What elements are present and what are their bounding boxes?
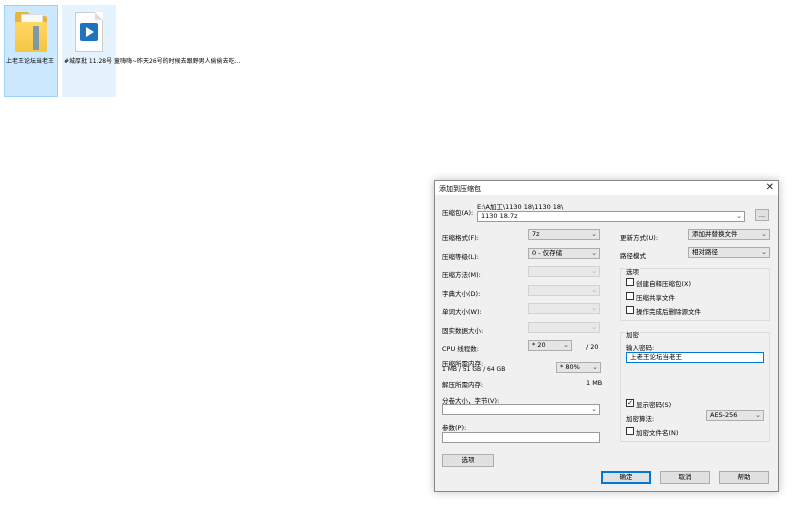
dict-label: 字典大小(D): — [442, 290, 481, 298]
chevron-down-icon: ⌄ — [761, 230, 767, 238]
chevron-down-icon: ⌄ — [755, 411, 761, 419]
encrypt-method-label: 加密算法: — [626, 415, 655, 423]
dialog-title: 添加到压缩包 — [439, 185, 481, 193]
close-icon[interactable]: ✕ — [766, 182, 774, 194]
desktop-icon-folder[interactable]: 上老王论坛当老王 — [4, 5, 58, 97]
method-label: 压缩方法(M): — [442, 271, 481, 279]
add-to-archive-dialog: 添加到压缩包 ✕ 压缩包(A): E:\A加工\1130 18\1130 18\… — [434, 180, 779, 492]
update-label: 更新方式(U): — [620, 234, 659, 242]
options-button[interactable]: 选项 — [442, 454, 494, 467]
chevron-down-icon: ⌄ — [591, 230, 597, 238]
encrypt-method-select[interactable]: AES-256 ⌄ — [706, 410, 764, 421]
folder-icon — [11, 10, 51, 56]
threads-select[interactable]: * 20 ⌄ — [528, 340, 572, 351]
show-password-checkbox[interactable]: ✓ — [626, 399, 634, 407]
word-select: ⌄ — [528, 303, 600, 314]
mem-percent-select[interactable]: * 80% ⌄ — [556, 362, 601, 373]
chevron-down-icon: ⌄ — [736, 212, 742, 220]
threads-label: CPU 线程数: — [442, 345, 479, 353]
threads-total: / 20 — [586, 343, 599, 351]
word-label: 单词大小(W): — [442, 308, 482, 316]
ok-button[interactable]: 确定 — [601, 471, 651, 484]
encrypt-group-title: 加密 — [625, 329, 640, 339]
path-mode-select[interactable]: 相对路径 ⌄ — [688, 247, 770, 258]
chevron-down-icon: ⌄ — [563, 341, 569, 349]
sfx-checkbox[interactable] — [626, 278, 634, 286]
params-input[interactable] — [442, 432, 600, 443]
desktop-icon-label: 上老王论坛当老王 — [6, 58, 55, 65]
mem-decompress-label: 解压所需内存: — [442, 381, 484, 389]
level-label: 压缩等级(L): — [442, 253, 479, 261]
encrypt-names-checkbox[interactable] — [626, 427, 634, 435]
split-select[interactable]: ⌄ — [442, 404, 600, 415]
video-file-icon — [69, 10, 109, 56]
archive-path: E:\A加工\1130 18\1130 18\ — [477, 203, 564, 211]
help-button[interactable]: 帮助 — [719, 471, 769, 484]
desktop-icon-video[interactable]: #城厚批 11.28号 童嗨嗨~昨天26号的时候去跟野男人偷偷去吃... — [62, 5, 240, 97]
update-select[interactable]: 添加并替换文件 ⌄ — [688, 229, 770, 240]
chevron-down-icon: ⌄ — [591, 405, 597, 413]
sfx-label: 创建自释压缩包(X) — [636, 280, 692, 288]
title-bar: 添加到压缩包 ✕ — [435, 181, 778, 195]
format-label: 压缩格式(F): — [442, 234, 480, 242]
cancel-button[interactable]: 取消 — [660, 471, 710, 484]
browse-button[interactable]: ... — [755, 209, 769, 221]
encrypt-names-label: 加密文件名(N) — [636, 429, 679, 437]
show-password-label: 显示密码(S) — [636, 401, 672, 409]
solid-label: 固实数据大小: — [442, 327, 484, 335]
archive-label: 压缩包(A): — [442, 209, 474, 217]
mem-compress-detail: 1 MB / 51 GB / 64 GB — [442, 366, 506, 373]
solid-select: ⌄ — [528, 322, 600, 333]
path-mode-label: 路径模式 — [620, 252, 646, 260]
chevron-down-icon: ⌄ — [591, 249, 597, 257]
chevron-down-icon: ⌄ — [592, 363, 598, 371]
delete-source-checkbox[interactable] — [626, 306, 634, 314]
password-input[interactable]: 上老王论坛当老王 — [626, 352, 764, 363]
desktop-icon-label: #城厚批 11.28号 童嗨嗨~昨天26号的时候去跟野男人偷偷去吃... — [64, 58, 241, 65]
options-group-title: 选项 — [625, 266, 640, 276]
archive-name-input[interactable]: 1130 18.7z ⌄ — [477, 211, 745, 222]
mem-decompress-value: 1 MB — [586, 379, 603, 387]
format-select[interactable]: 7z ⌄ — [528, 229, 600, 240]
shared-checkbox[interactable] — [626, 292, 634, 300]
level-select[interactable]: 0 - 仅存储 ⌄ — [528, 248, 600, 259]
method-select: ⌄ — [528, 266, 600, 277]
chevron-down-icon: ⌄ — [761, 248, 767, 256]
params-label: 参数(P): — [442, 424, 467, 432]
delete-source-label: 操作完成后删除源文件 — [636, 308, 701, 316]
shared-label: 压缩共享文件 — [636, 294, 675, 302]
dict-select: ⌄ — [528, 285, 600, 296]
password-label: 输入密码: — [626, 344, 655, 352]
